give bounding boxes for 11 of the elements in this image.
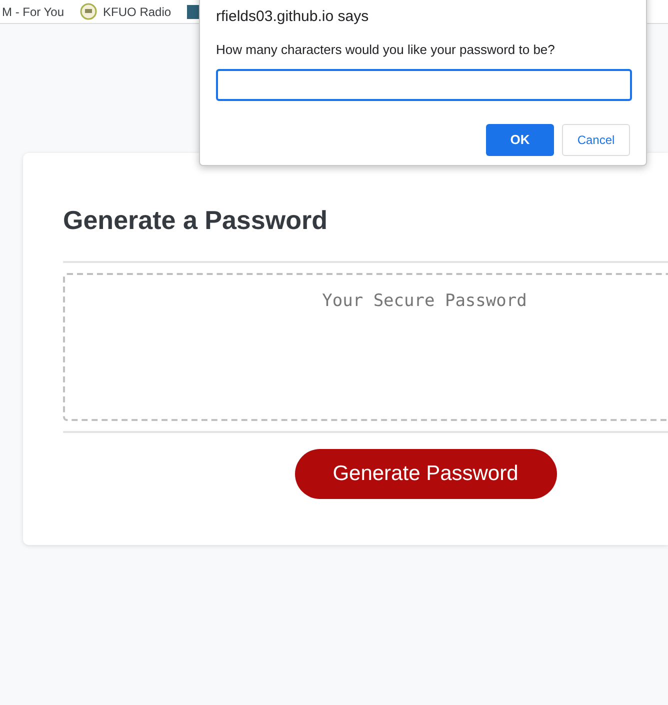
input-field[interactable] [216,69,632,101]
radio-logo-icon [80,3,98,20]
password-field[interactable]: Your Secure Password [63,273,668,421]
card-title: Generate a Password [63,204,328,237]
dialog-title: rfields03.github.io says [216,7,370,27]
dialog-message: How many characters would you like your password to be? [216,41,556,59]
cancel-button[interactable]: Cancel [562,124,630,156]
generate-password-button[interactable]: Generate Password [294,449,556,499]
bookmark-item[interactable]: M - For You [2,2,64,20]
bookmark-item[interactable]: KFUO Radio [80,2,172,20]
ok-button[interactable]: OK [486,124,554,156]
